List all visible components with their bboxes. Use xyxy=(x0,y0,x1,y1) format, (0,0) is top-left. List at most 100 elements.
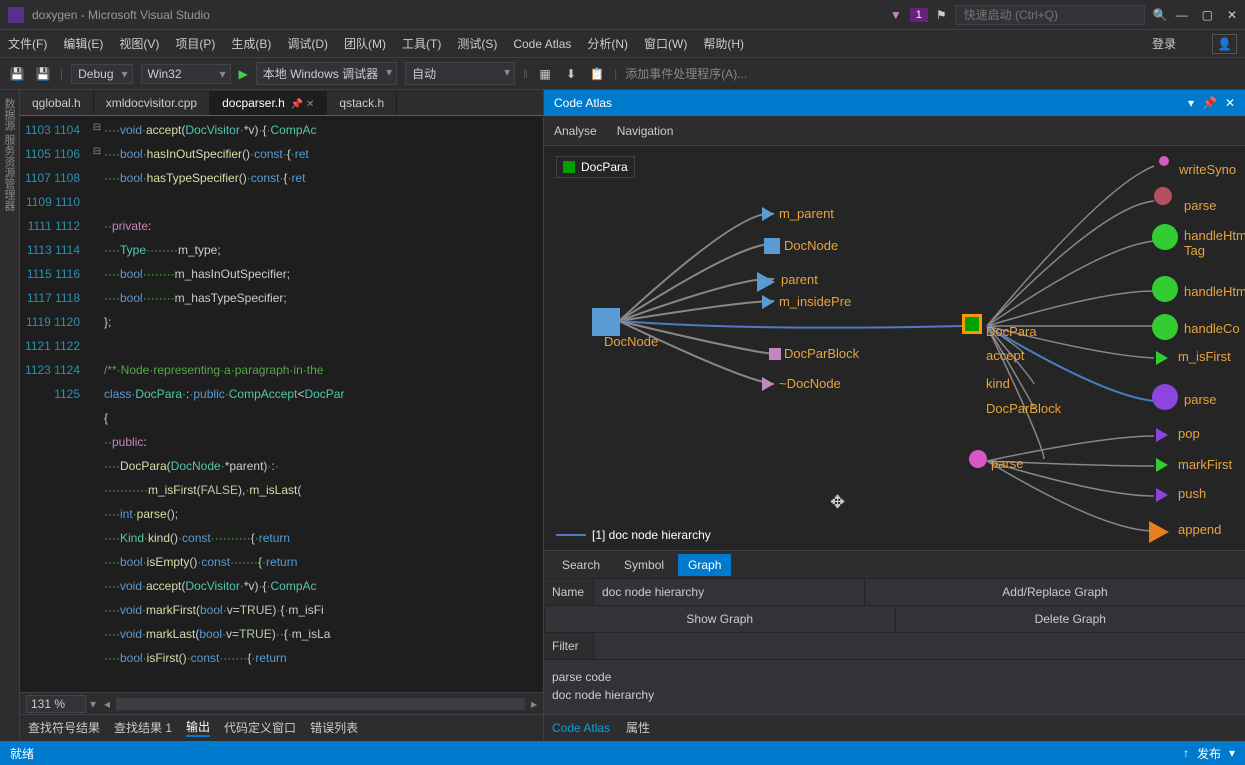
menu-build[interactable]: 生成(B) xyxy=(231,35,271,52)
search-icon[interactable]: 🔍 xyxy=(1153,8,1168,22)
node-parse[interactable] xyxy=(969,450,987,468)
vertical-tab-strip[interactable]: 数据源 服务资源管理器 xyxy=(0,90,20,740)
node-m-insidepre[interactable] xyxy=(762,295,774,309)
filter-icon[interactable]: ▼ xyxy=(890,8,902,22)
pin-icon[interactable]: 📌 ✕ xyxy=(291,99,315,110)
tab-find-results[interactable]: 查找结果 1 xyxy=(114,719,172,736)
node-destdocnode[interactable] xyxy=(762,377,774,391)
zoom-dropdown-icon[interactable]: ▾ xyxy=(90,697,96,711)
save-icon[interactable]: 💾 xyxy=(8,65,26,83)
tab-errors[interactable]: 错误列表 xyxy=(310,719,358,736)
tab-find-symbols[interactable]: 查找符号结果 xyxy=(28,719,100,736)
node-handleco[interactable] xyxy=(1152,314,1178,340)
publish-button[interactable]: 发布 xyxy=(1197,745,1221,762)
name-input[interactable] xyxy=(594,579,864,605)
node-docnode[interactable] xyxy=(764,238,780,254)
tab-search[interactable]: Search xyxy=(552,554,610,576)
menu-analyze[interactable]: 分析(N) xyxy=(587,35,628,52)
node-parent[interactable] xyxy=(757,272,775,292)
filter-item[interactable]: doc node hierarchy xyxy=(552,686,1237,704)
tab-graph[interactable]: Graph xyxy=(678,554,731,576)
file-tabs: qglobal.h xmldocvisitor.cpp docparser.h📌… xyxy=(20,90,543,116)
vs-logo-icon xyxy=(8,7,24,23)
add-replace-button[interactable]: Add/Replace Graph xyxy=(864,579,1245,605)
menu-tools[interactable]: 工具(T) xyxy=(402,35,441,52)
menu-project[interactable]: 项目(P) xyxy=(175,35,215,52)
node-push[interactable] xyxy=(1156,488,1168,502)
zoom-input[interactable] xyxy=(26,695,86,713)
tb-icon-3[interactable]: 📋 xyxy=(588,65,606,83)
node-parse3[interactable] xyxy=(1154,187,1172,205)
filter-item[interactable]: parse code xyxy=(552,668,1237,686)
menu-file[interactable]: 文件(F) xyxy=(8,35,47,52)
node-docparblock[interactable] xyxy=(769,348,781,360)
tb-icon-1[interactable]: ▦ xyxy=(536,65,554,83)
atlas-navigation[interactable]: Navigation xyxy=(617,124,674,138)
node-markfirst[interactable] xyxy=(1156,458,1168,472)
config-dropdown[interactable]: Debug xyxy=(71,64,132,84)
menu-edit[interactable]: 编辑(E) xyxy=(63,35,103,52)
filter-input[interactable] xyxy=(594,633,1245,659)
node-handlehtm[interactable] xyxy=(1152,276,1178,302)
node-m-isfirst[interactable] xyxy=(1156,351,1168,365)
publish-icon[interactable]: ↑ xyxy=(1183,746,1189,760)
atlas-pin-icon[interactable]: 📌 xyxy=(1202,96,1217,110)
tab-code-atlas[interactable]: Code Atlas xyxy=(552,721,610,735)
legend-bottom: [1] doc node hierarchy xyxy=(556,528,711,542)
flag-icon[interactable]: ⚑ xyxy=(936,8,947,22)
node-pop[interactable] xyxy=(1156,428,1168,442)
tab-output[interactable]: 输出 xyxy=(186,718,210,737)
atlas-bottom-tabs: Code Atlas 属性 xyxy=(544,714,1245,740)
filter-list[interactable]: parse code doc node hierarchy xyxy=(544,659,1245,714)
tab-qglobal[interactable]: qglobal.h xyxy=(20,91,94,115)
node-handlehtmtag[interactable] xyxy=(1152,224,1178,250)
quick-launch-input[interactable] xyxy=(955,5,1145,25)
close-button[interactable]: ✕ xyxy=(1227,8,1237,22)
save-all-icon[interactable]: 💾 xyxy=(34,65,52,83)
menu-view[interactable]: 视图(V) xyxy=(119,35,159,52)
menu-team[interactable]: 团队(M) xyxy=(344,35,386,52)
platform-dropdown[interactable]: Win32 xyxy=(141,64,231,84)
tab-xmldocvisitor[interactable]: xmldocvisitor.cpp xyxy=(94,91,210,115)
atlas-dropdown-icon[interactable]: ▾ xyxy=(1188,96,1194,110)
menu-debug[interactable]: 调试(D) xyxy=(287,35,328,52)
tab-code-def[interactable]: 代码定义窗口 xyxy=(224,719,296,736)
menu-window[interactable]: 窗口(W) xyxy=(644,35,687,52)
atlas-toolbar: Analyse Navigation xyxy=(544,116,1245,146)
menu-help[interactable]: 帮助(H) xyxy=(703,35,744,52)
debugger-dropdown[interactable]: 本地 Windows 调试器 xyxy=(256,62,397,85)
delete-graph-button[interactable]: Delete Graph xyxy=(895,606,1245,632)
code-editor[interactable]: 1103 1104 1105 1106 1107 1108 1109 1110 … xyxy=(20,116,543,692)
minimize-button[interactable]: — xyxy=(1176,8,1188,22)
node-docnode-root[interactable] xyxy=(592,308,620,336)
tb-icon-2[interactable]: ⬇ xyxy=(562,65,580,83)
tab-docparser[interactable]: docparser.h📌 ✕ xyxy=(210,91,327,115)
atlas-analyse[interactable]: Analyse xyxy=(554,124,597,138)
node-append[interactable] xyxy=(1149,521,1169,543)
menu-codeatlas[interactable]: Code Atlas xyxy=(513,37,571,51)
maximize-button[interactable]: ▢ xyxy=(1202,8,1213,22)
line-numbers: 1103 1104 1105 1106 1107 1108 1109 1110 … xyxy=(20,116,90,692)
menu-test[interactable]: 测试(S) xyxy=(457,35,497,52)
notification-badge[interactable]: 1 xyxy=(910,8,928,22)
node-writesyno[interactable] xyxy=(1159,156,1169,166)
atlas-close-icon[interactable]: ✕ xyxy=(1225,96,1235,110)
node-m-parent[interactable] xyxy=(762,207,774,221)
editor-pane: qglobal.h xmldocvisitor.cpp docparser.h📌… xyxy=(20,90,544,740)
play-icon[interactable]: ▶ xyxy=(239,67,248,81)
tab-qstack[interactable]: qstack.h xyxy=(327,91,397,115)
show-graph-button[interactable]: Show Graph xyxy=(544,606,895,632)
login-link[interactable]: 登录 xyxy=(1152,35,1176,52)
tab-symbol[interactable]: Symbol xyxy=(614,554,674,576)
node-docpara-selected[interactable] xyxy=(962,314,982,334)
zoom-bar: ▾ ◂ ▸ xyxy=(20,692,543,714)
auto-dropdown[interactable]: 自动 xyxy=(405,62,515,85)
add-event-hint[interactable]: 添加事件处理程序(A)... xyxy=(625,65,747,82)
node-parse4[interactable] xyxy=(1152,384,1178,410)
status-text: 就绪 xyxy=(10,745,34,762)
graph-canvas[interactable]: DocPara xyxy=(544,146,1245,550)
h-scrollbar[interactable] xyxy=(116,698,525,710)
tab-properties[interactable]: 属性 xyxy=(626,719,650,736)
legend-square-icon xyxy=(563,161,575,173)
avatar-icon[interactable]: 👤 xyxy=(1212,34,1237,54)
